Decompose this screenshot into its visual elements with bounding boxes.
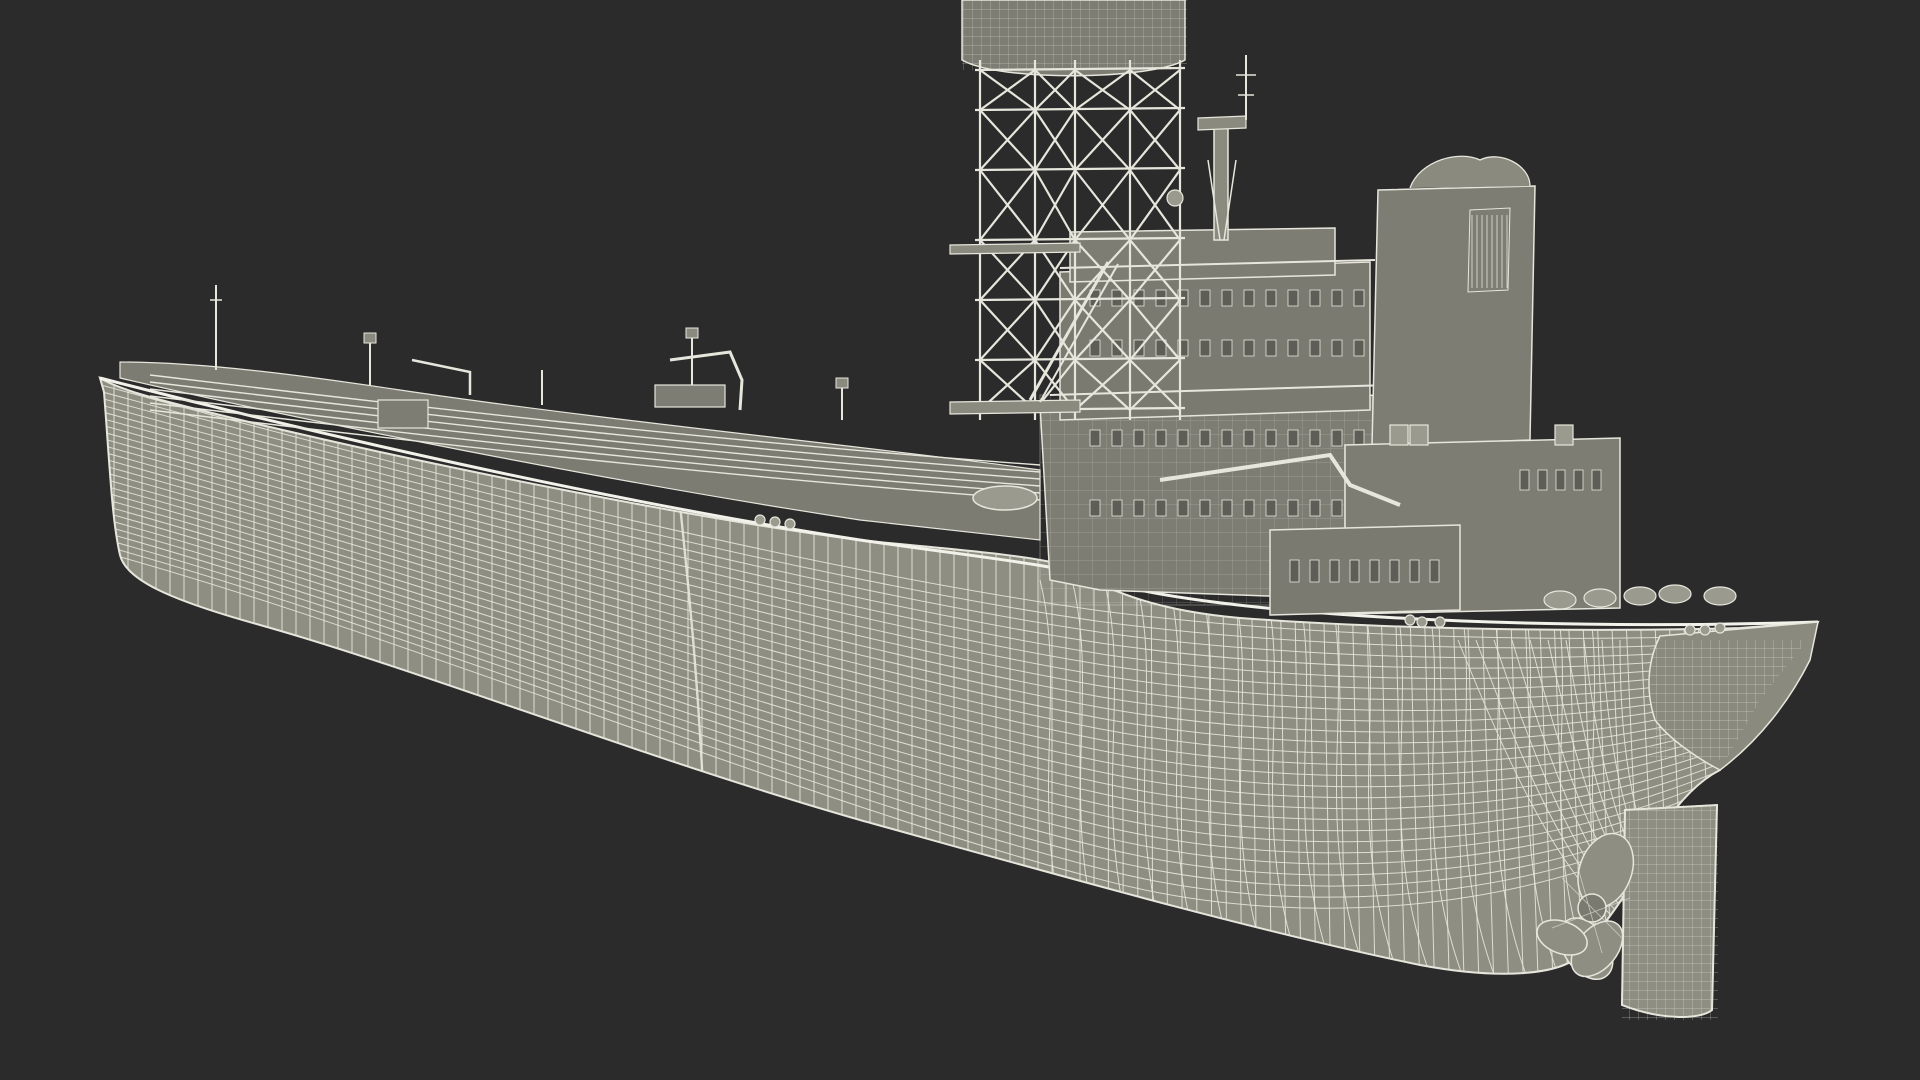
ship-render: (function(){ var NS = "http://www.w3.org… [0, 0, 1920, 1080]
funnel [1371, 185, 1536, 447]
rudder [1620, 803, 1719, 1020]
render-viewport: (function(){ var NS = "http://www.w3.org… [0, 0, 1920, 1080]
